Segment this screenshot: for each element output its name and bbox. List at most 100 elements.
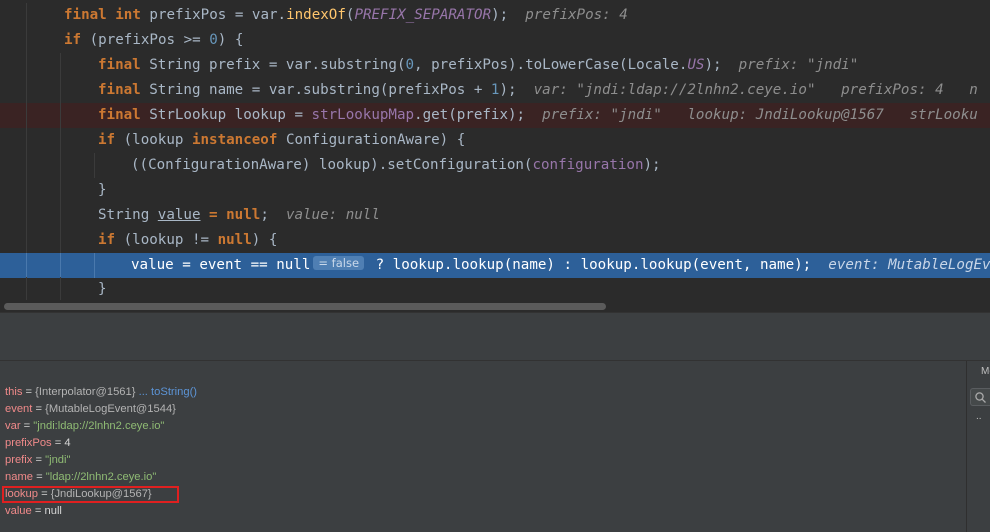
code-token: null <box>217 232 252 248</box>
variable-value: "ldap://2lnhn2.ceye.io" <box>45 471 157 483</box>
inline-debug-value: prefix: "jndi" lookup: JndiLookup@1567 s… <box>542 107 978 123</box>
code-token: final <box>98 57 150 73</box>
variable-value: = null <box>31 505 62 517</box>
variable-name: prefix <box>5 454 33 466</box>
editor-horizontal-scrollbar[interactable] <box>0 300 990 312</box>
inline-debug-value: var: "jndi:ldap://2lnhn2.ceye.io" prefix… <box>533 82 978 98</box>
variable-row-name[interactable]: name = "ldap://2lnhn2.ceye.io" <box>5 469 156 486</box>
code-token: ConfigurationAware) { <box>285 132 466 148</box>
code-token: instanceof <box>191 132 286 148</box>
code-text: final int prefixPos = var.indexOf(PREFIX… <box>64 3 628 28</box>
code-line-breakpoint[interactable]: final StrLookup lookup = strLookupMap.ge… <box>0 103 990 128</box>
code-text: ((ConfigurationAware) lookup).setConfigu… <box>131 153 661 178</box>
code-token: String prefix = var.substring( <box>149 57 406 73</box>
code-line[interactable]: ((ConfigurationAware) lookup).setConfigu… <box>0 153 990 178</box>
indent-guide <box>60 228 61 253</box>
code-token: ) { <box>217 32 244 48</box>
indent-guide <box>26 228 27 253</box>
code-token: (prefixPos >= <box>89 32 210 48</box>
code-line[interactable]: final String prefix = var.substring(0, p… <box>0 53 990 78</box>
code-line[interactable]: if (prefixPos >= 0) { <box>0 28 990 53</box>
code-token: } <box>98 182 107 198</box>
code-token: , prefixPos).toLowerCase(Locale. <box>414 57 688 73</box>
variable-name: name <box>5 471 33 483</box>
variable-row-var[interactable]: var = "jndi:ldap://2lnhn2.ceye.io" <box>5 418 164 435</box>
variable-row-prefixPos[interactable]: prefixPos = 4 <box>5 435 71 452</box>
variable-row-prefix[interactable]: prefix = "jndi" <box>5 452 70 469</box>
code-line[interactable]: if (lookup != null) { <box>0 228 990 253</box>
indent-guide <box>26 277 27 302</box>
side-panel-more[interactable]: .. <box>976 411 982 422</box>
indent-guide <box>94 253 95 278</box>
code-token: ); <box>499 82 534 98</box>
indent-guide <box>60 128 61 153</box>
code-token: 0 <box>209 32 218 48</box>
variable-value: = <box>22 386 36 398</box>
inline-debug-value: event: MutableLogEv <box>828 257 990 273</box>
indent-guide <box>26 178 27 203</box>
code-editor[interactable]: final int prefixPos = var.indexOf(PREFIX… <box>0 0 990 312</box>
indent-guide <box>60 203 61 228</box>
scrollbar-thumb[interactable] <box>4 303 606 310</box>
code-token: strLookupMap <box>311 107 415 123</box>
variable-value: = <box>32 454 46 466</box>
code-line[interactable]: } <box>0 277 990 302</box>
tostring-link[interactable]: ... toString() <box>135 386 197 398</box>
indent-guide <box>60 153 61 178</box>
variables-panel: this = {Interpolator@1561} ... toString(… <box>0 361 966 532</box>
code-token: indexOf <box>286 7 346 23</box>
code-token: = null <box>200 207 261 223</box>
indent-guide <box>60 253 61 278</box>
variable-name: event <box>5 403 33 415</box>
code-text: if (lookup != null) { <box>98 228 277 253</box>
indent-guide <box>26 3 27 28</box>
indent-guide <box>94 153 95 178</box>
variable-row-event[interactable]: event = {MutableLogEvent@1544} <box>5 401 176 418</box>
variable-value: = <box>32 403 46 415</box>
indent-guide <box>26 253 27 278</box>
code-token: ); <box>491 7 526 23</box>
code-token: String name = var.substring(prefixPos + <box>149 82 491 98</box>
code-text: final StrLookup lookup = strLookupMap.ge… <box>98 103 978 128</box>
code-token: ? lookup.lookup(name) : lookup.lookup(ev… <box>367 257 829 273</box>
variable-name: value <box>5 505 32 517</box>
code-token: if <box>98 232 124 248</box>
indent-guide <box>26 203 27 228</box>
code-token: US <box>687 57 705 73</box>
code-token: (lookup <box>123 132 192 148</box>
code-token: PREFIX_SEPARATOR <box>354 7 492 23</box>
code-token: value <box>157 207 201 223</box>
code-token: value = event == null <box>131 257 311 273</box>
code-token: .get(prefix); <box>414 107 543 123</box>
indent-guide <box>26 103 27 128</box>
code-token: configuration <box>532 157 644 173</box>
right-side-panel <box>966 361 990 532</box>
code-token: final <box>98 82 150 98</box>
code-token: 0 <box>405 57 415 73</box>
indent-guide <box>26 53 27 78</box>
code-text: final String name = var.substring(prefix… <box>98 78 978 103</box>
code-line-current-execution[interactable]: value = event == null = false ? lookup.lo… <box>0 253 990 278</box>
code-token: final int <box>64 7 150 23</box>
code-text: String value = null; value: null <box>98 203 380 228</box>
variable-row-value[interactable]: value = null <box>5 503 62 520</box>
variable-name: this <box>5 386 23 398</box>
variable-row-this[interactable]: this = {Interpolator@1561} ... toString(… <box>5 384 197 401</box>
variable-value: "jndi" <box>45 454 71 466</box>
code-token: ); <box>643 157 661 173</box>
code-line[interactable]: String value = null; value: null <box>0 203 990 228</box>
code-text: if (prefixPos >= 0) { <box>64 28 243 53</box>
indent-guide <box>26 153 27 178</box>
code-line[interactable]: final int prefixPos = var.indexOf(PREFIX… <box>0 3 990 28</box>
code-line[interactable]: } <box>0 178 990 203</box>
indent-guide <box>60 103 61 128</box>
indent-guide <box>26 128 27 153</box>
inline-debug-value: prefix: "jndi" <box>738 57 859 73</box>
code-token: (lookup != <box>123 232 218 248</box>
code-token: if <box>64 32 90 48</box>
code-line[interactable]: if (lookup instanceof ConfigurationAware… <box>0 128 990 153</box>
code-line[interactable]: final String name = var.substring(prefix… <box>0 78 990 103</box>
variable-value: = <box>20 420 34 432</box>
code-token: } <box>98 281 107 297</box>
side-panel-search-field[interactable] <box>970 388 990 406</box>
